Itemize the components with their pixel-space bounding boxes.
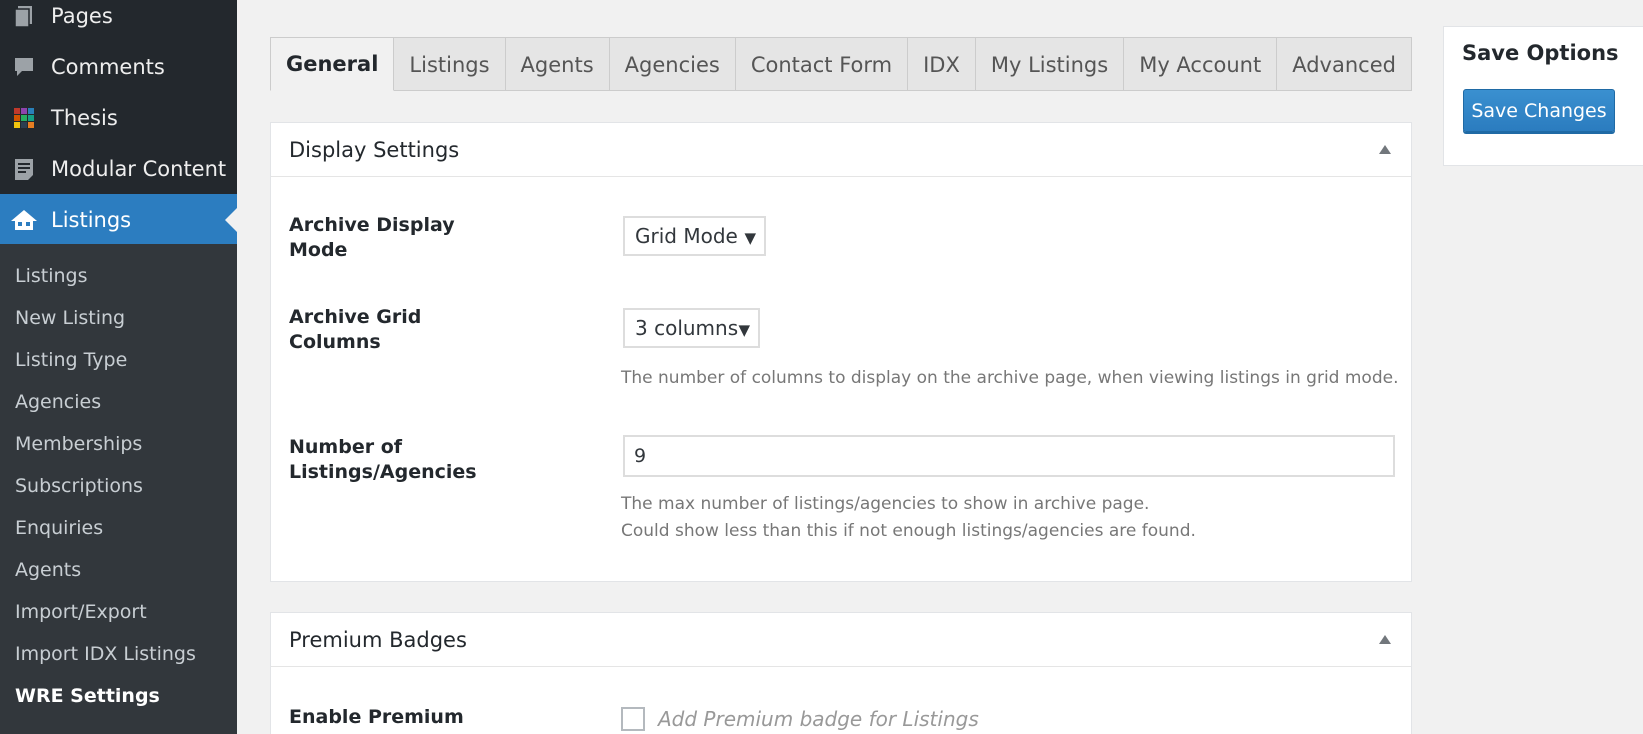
tabs-divider: [270, 90, 1412, 91]
dropdown-arrow-icon: ▼: [738, 321, 750, 339]
enable-premium-label: Enable Premium: [289, 706, 464, 728]
collapse-arrow-icon[interactable]: [1379, 635, 1391, 644]
panel-title: Premium Badges: [289, 627, 467, 652]
pages-icon: [14, 5, 32, 28]
menu-item-modular-content[interactable]: Modular Content: [0, 143, 237, 194]
settings-tabs: General Listings Agents Agencies Contact…: [270, 37, 1412, 92]
modular-content-icon: [15, 158, 33, 180]
submenu-item-import-idx-listings[interactable]: Import IDX Listings: [15, 643, 196, 665]
tab-agencies[interactable]: Agencies: [608, 37, 736, 91]
menu-label: Modular Content: [51, 156, 227, 181]
submenu-item-agents[interactable]: Agents: [15, 559, 81, 581]
select-value: 3 columns: [635, 316, 739, 340]
premium-badges-panel: Premium Badges Enable Premium Add Premiu…: [270, 612, 1412, 734]
menu-label: Pages: [51, 3, 113, 28]
comments-icon: [15, 57, 33, 76]
premium-badges-header[interactable]: Premium Badges: [271, 613, 1411, 667]
admin-sidebar: Pages Comments Thesis Modular Content Li…: [0, 0, 237, 734]
grid-columns-description: The number of columns to display on the …: [621, 368, 1399, 388]
archive-grid-columns-select[interactable]: 3 columns ▼: [623, 308, 760, 348]
tab-idx[interactable]: IDX: [907, 37, 976, 91]
number-description-line-2: Could show less than this if not enough …: [621, 521, 1196, 541]
display-settings-panel: Display Settings Archive Display Mode Gr…: [270, 122, 1412, 582]
number-description-line-1: The max number of listings/agencies to s…: [621, 494, 1150, 514]
menu-label: Thesis: [51, 105, 118, 130]
tab-advanced[interactable]: Advanced: [1276, 37, 1412, 91]
number-of-listings-input[interactable]: 9: [623, 435, 1395, 477]
premium-badge-checkbox[interactable]: [621, 707, 645, 731]
submenu-item-agencies[interactable]: Agencies: [15, 391, 101, 413]
tab-my-listings[interactable]: My Listings: [974, 37, 1125, 91]
submenu-item-wre-settings[interactable]: WRE Settings: [15, 685, 160, 707]
input-value: 9: [634, 445, 647, 467]
panel-title: Display Settings: [289, 137, 460, 162]
archive-display-mode-select[interactable]: Grid Mode ▼: [623, 216, 766, 256]
menu-item-listings[interactable]: Listings: [0, 194, 237, 245]
premium-badge-checkbox-label[interactable]: Add Premium badge for Listings: [658, 707, 979, 731]
menu-label: Listings: [51, 207, 132, 232]
menu-item-comments[interactable]: Comments: [0, 41, 237, 92]
submenu-item-import-export[interactable]: Import/Export: [15, 601, 147, 623]
display-settings-header[interactable]: Display Settings: [271, 123, 1411, 177]
submenu-item-listing-type[interactable]: Listing Type: [15, 349, 127, 371]
tab-my-account[interactable]: My Account: [1123, 37, 1278, 91]
number-of-listings-label: Number of Listings/Agencies: [289, 436, 477, 483]
menu-label: Comments: [51, 54, 165, 79]
tab-general[interactable]: General: [270, 37, 395, 91]
submenu-item-listings[interactable]: Listings: [15, 265, 88, 287]
dropdown-arrow-icon: ▼: [744, 229, 756, 247]
save-options-box: Save Options Save Changes: [1443, 26, 1643, 166]
submenu-item-subscriptions[interactable]: Subscriptions: [15, 475, 143, 497]
listings-house-icon: [11, 209, 37, 230]
submenu-item-enquiries[interactable]: Enquiries: [15, 517, 103, 539]
menu-item-pages[interactable]: Pages: [0, 0, 237, 41]
tab-listings[interactable]: Listings: [393, 37, 506, 91]
select-value: Grid Mode: [635, 224, 738, 248]
archive-grid-columns-label: Archive Grid Columns: [289, 306, 422, 353]
save-options-title: Save Options: [1462, 41, 1619, 65]
save-changes-button[interactable]: Save Changes: [1463, 89, 1615, 132]
submenu-item-new-listing[interactable]: New Listing: [15, 307, 125, 329]
menu-item-thesis[interactable]: Thesis: [0, 92, 237, 143]
archive-display-mode-label: Archive Display Mode: [289, 214, 455, 261]
submenu-item-memberships[interactable]: Memberships: [15, 433, 142, 455]
thesis-icon: [14, 107, 34, 128]
collapse-arrow-icon[interactable]: [1379, 145, 1391, 154]
tab-contact-form[interactable]: Contact Form: [734, 37, 909, 91]
listings-submenu: Listings New Listing Listing Type Agenci…: [0, 244, 237, 734]
tab-agents[interactable]: Agents: [504, 37, 610, 91]
